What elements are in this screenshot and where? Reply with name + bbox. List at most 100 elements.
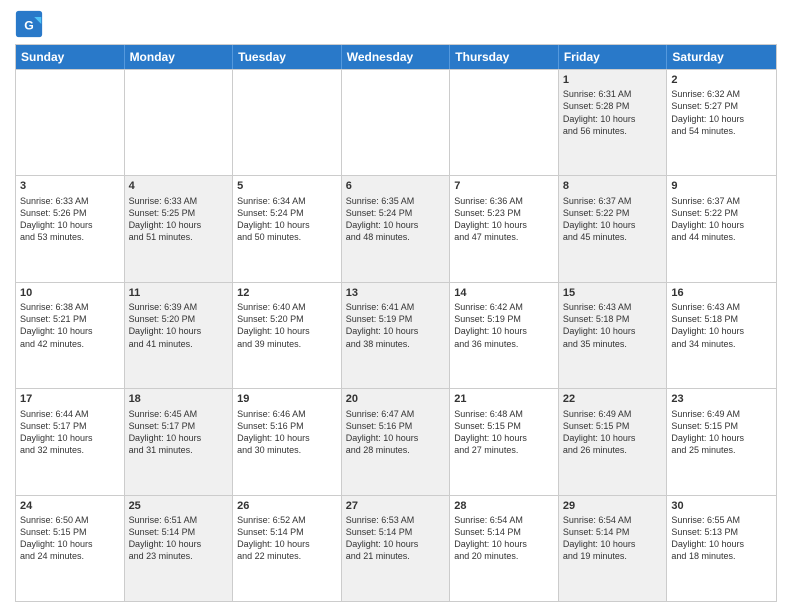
day-number: 13	[346, 286, 446, 300]
cal-cell-4-1: 25Sunrise: 6:51 AMSunset: 5:14 PMDayligh…	[125, 496, 234, 601]
header: G	[15, 10, 777, 38]
cal-cell-2-3: 13Sunrise: 6:41 AMSunset: 5:19 PMDayligh…	[342, 283, 451, 388]
header-day-tuesday: Tuesday	[233, 45, 342, 69]
cal-cell-0-6: 2Sunrise: 6:32 AMSunset: 5:27 PMDaylight…	[667, 70, 776, 175]
header-day-friday: Friday	[559, 45, 668, 69]
cell-info: Sunrise: 6:55 AMSunset: 5:13 PMDaylight:…	[671, 514, 772, 563]
day-number: 30	[671, 499, 772, 513]
cal-row-0: 1Sunrise: 6:31 AMSunset: 5:28 PMDaylight…	[16, 69, 776, 175]
cal-cell-4-6: 30Sunrise: 6:55 AMSunset: 5:13 PMDayligh…	[667, 496, 776, 601]
cell-info: Sunrise: 6:54 AMSunset: 5:14 PMDaylight:…	[563, 514, 663, 563]
cell-info: Sunrise: 6:46 AMSunset: 5:16 PMDaylight:…	[237, 408, 337, 457]
day-number: 23	[671, 392, 772, 406]
day-number: 7	[454, 179, 554, 193]
cal-cell-0-0	[16, 70, 125, 175]
cal-row-3: 17 Sunrise: 6:44 AMSunset: 5:17 PMDayligh…	[16, 388, 776, 494]
day-number: 22	[563, 392, 663, 406]
calendar: SundayMondayTuesdayWednesdayThursdayFrid…	[15, 44, 777, 602]
cal-cell-1-2: 5 Sunrise: 6:34 AMSunset: 5:24 PMDaylight…	[233, 176, 342, 281]
day-number: 26	[237, 499, 337, 513]
cell-info: Sunrise: 6:43 AMSunset: 5:18 PMDaylight:…	[563, 301, 663, 350]
day-number: 2	[671, 73, 772, 87]
header-day-saturday: Saturday	[667, 45, 776, 69]
cal-cell-4-0: 24Sunrise: 6:50 AMSunset: 5:15 PMDayligh…	[16, 496, 125, 601]
cal-cell-3-1: 18Sunrise: 6:45 AMSunset: 5:17 PMDayligh…	[125, 389, 234, 494]
day-number: 16	[671, 286, 772, 300]
day-number: 9	[671, 179, 772, 193]
svg-text:G: G	[24, 18, 34, 32]
cell-info: Sunrise: 6:33 AMSunset: 5:25 PMDaylight:…	[129, 195, 229, 244]
cal-cell-2-1: 11Sunrise: 6:39 AMSunset: 5:20 PMDayligh…	[125, 283, 234, 388]
day-number: 15	[563, 286, 663, 300]
cal-cell-3-6: 23 Sunrise: 6:49 AMSunset: 5:15 PMDayligh…	[667, 389, 776, 494]
day-number: 17	[20, 392, 120, 406]
logo: G	[15, 10, 47, 38]
cell-info: Sunrise: 6:54 AMSunset: 5:14 PMDaylight:…	[454, 514, 554, 563]
day-number: 4	[129, 179, 229, 193]
cell-info: Sunrise: 6:42 AMSunset: 5:19 PMDaylight:…	[454, 301, 554, 350]
day-number: 21	[454, 392, 554, 406]
cal-cell-3-5: 22 Sunrise: 6:49 AMSunset: 5:15 PMDayligh…	[559, 389, 668, 494]
day-number: 27	[346, 499, 446, 513]
cal-cell-0-5: 1Sunrise: 6:31 AMSunset: 5:28 PMDaylight…	[559, 70, 668, 175]
day-number: 3	[20, 179, 120, 193]
cal-cell-2-4: 14Sunrise: 6:42 AMSunset: 5:19 PMDayligh…	[450, 283, 559, 388]
cell-info: Sunrise: 6:37 AMSunset: 5:22 PMDaylight:…	[671, 195, 772, 244]
day-number: 11	[129, 286, 229, 300]
cell-info: Sunrise: 6:49 AMSunset: 5:15 PMDaylight:…	[671, 408, 772, 457]
cal-row-1: 3Sunrise: 6:33 AMSunset: 5:26 PMDaylight…	[16, 175, 776, 281]
calendar-body: 1Sunrise: 6:31 AMSunset: 5:28 PMDaylight…	[16, 69, 776, 601]
cal-cell-3-3: 20Sunrise: 6:47 AMSunset: 5:16 PMDayligh…	[342, 389, 451, 494]
header-day-monday: Monday	[125, 45, 234, 69]
cal-cell-4-3: 27Sunrise: 6:53 AMSunset: 5:14 PMDayligh…	[342, 496, 451, 601]
cal-cell-2-5: 15Sunrise: 6:43 AMSunset: 5:18 PMDayligh…	[559, 283, 668, 388]
cal-cell-1-0: 3Sunrise: 6:33 AMSunset: 5:26 PMDaylight…	[16, 176, 125, 281]
cal-cell-0-1	[125, 70, 234, 175]
cal-cell-1-6: 9 Sunrise: 6:37 AMSunset: 5:22 PMDaylight…	[667, 176, 776, 281]
cell-info: Sunrise: 6:44 AMSunset: 5:17 PMDaylight:…	[20, 408, 120, 457]
cal-cell-0-3	[342, 70, 451, 175]
day-number: 28	[454, 499, 554, 513]
header-day-sunday: Sunday	[16, 45, 125, 69]
cal-cell-1-3: 6 Sunrise: 6:35 AMSunset: 5:24 PMDaylight…	[342, 176, 451, 281]
cal-cell-2-6: 16Sunrise: 6:43 AMSunset: 5:18 PMDayligh…	[667, 283, 776, 388]
cal-cell-1-4: 7 Sunrise: 6:36 AMSunset: 5:23 PMDaylight…	[450, 176, 559, 281]
page: G SundayMondayTuesdayWednesdayThursdayFr…	[0, 0, 792, 612]
cal-cell-4-2: 26Sunrise: 6:52 AMSunset: 5:14 PMDayligh…	[233, 496, 342, 601]
cell-info: Sunrise: 6:34 AMSunset: 5:24 PMDaylight:…	[237, 195, 337, 244]
cell-info: Sunrise: 6:47 AMSunset: 5:16 PMDaylight:…	[346, 408, 446, 457]
cal-cell-2-0: 10Sunrise: 6:38 AMSunset: 5:21 PMDayligh…	[16, 283, 125, 388]
cal-cell-2-2: 12Sunrise: 6:40 AMSunset: 5:20 PMDayligh…	[233, 283, 342, 388]
cell-info: Sunrise: 6:32 AMSunset: 5:27 PMDaylight:…	[671, 88, 772, 137]
cell-info: Sunrise: 6:31 AMSunset: 5:28 PMDaylight:…	[563, 88, 663, 137]
day-number: 1	[563, 73, 663, 87]
day-number: 5	[237, 179, 337, 193]
day-number: 6	[346, 179, 446, 193]
day-number: 8	[563, 179, 663, 193]
cell-info: Sunrise: 6:41 AMSunset: 5:19 PMDaylight:…	[346, 301, 446, 350]
cal-row-2: 10Sunrise: 6:38 AMSunset: 5:21 PMDayligh…	[16, 282, 776, 388]
day-number: 10	[20, 286, 120, 300]
cell-info: Sunrise: 6:35 AMSunset: 5:24 PMDaylight:…	[346, 195, 446, 244]
cal-row-4: 24Sunrise: 6:50 AMSunset: 5:15 PMDayligh…	[16, 495, 776, 601]
cell-info: Sunrise: 6:40 AMSunset: 5:20 PMDaylight:…	[237, 301, 337, 350]
header-day-wednesday: Wednesday	[342, 45, 451, 69]
cell-info: Sunrise: 6:37 AMSunset: 5:22 PMDaylight:…	[563, 195, 663, 244]
cal-cell-3-0: 17 Sunrise: 6:44 AMSunset: 5:17 PMDayligh…	[16, 389, 125, 494]
day-number: 25	[129, 499, 229, 513]
cal-cell-0-4	[450, 70, 559, 175]
cal-cell-4-4: 28Sunrise: 6:54 AMSunset: 5:14 PMDayligh…	[450, 496, 559, 601]
cell-info: Sunrise: 6:49 AMSunset: 5:15 PMDaylight:…	[563, 408, 663, 457]
logo-icon: G	[15, 10, 43, 38]
cell-info: Sunrise: 6:36 AMSunset: 5:23 PMDaylight:…	[454, 195, 554, 244]
day-number: 14	[454, 286, 554, 300]
calendar-header: SundayMondayTuesdayWednesdayThursdayFrid…	[16, 45, 776, 69]
cell-info: Sunrise: 6:43 AMSunset: 5:18 PMDaylight:…	[671, 301, 772, 350]
cal-cell-1-5: 8 Sunrise: 6:37 AMSunset: 5:22 PMDaylight…	[559, 176, 668, 281]
day-number: 29	[563, 499, 663, 513]
day-number: 18	[129, 392, 229, 406]
cell-info: Sunrise: 6:39 AMSunset: 5:20 PMDaylight:…	[129, 301, 229, 350]
day-number: 12	[237, 286, 337, 300]
cell-info: Sunrise: 6:53 AMSunset: 5:14 PMDaylight:…	[346, 514, 446, 563]
cell-info: Sunrise: 6:52 AMSunset: 5:14 PMDaylight:…	[237, 514, 337, 563]
